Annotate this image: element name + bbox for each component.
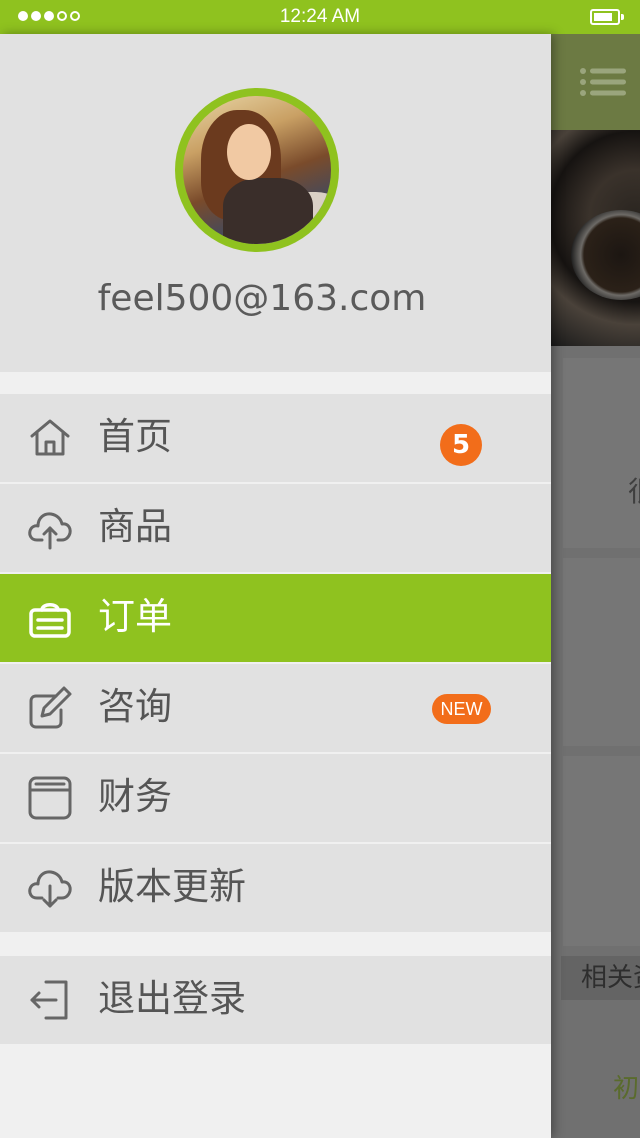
menu-item-logout[interactable]: 退出登录 — [0, 956, 551, 1044]
battery-icon — [590, 9, 624, 25]
menu-item-version-update[interactable]: 版本更新 — [0, 844, 551, 932]
related-section-label: 相关资 — [561, 956, 640, 1000]
avatar[interactable] — [175, 88, 339, 252]
user-email: feel500@163.com — [97, 278, 427, 319]
menu-item-home[interactable]: 首页 5 — [0, 394, 551, 482]
status-time: 12:24 AM — [279, 6, 361, 27]
profile-header: feel500@163.com — [0, 34, 551, 372]
menu-item-label: 商品 — [98, 505, 172, 548]
list-menu-icon[interactable] — [580, 68, 626, 96]
status-bar: 12:24 AM — [0, 0, 640, 34]
coffee-banner-image[interactable] — [551, 130, 640, 346]
menu-item-label: 订单 — [98, 595, 172, 638]
menu-item-label: 退出登录 — [98, 977, 246, 1020]
wallet-icon — [28, 776, 72, 820]
shopping-basket-icon — [29, 603, 71, 638]
menu-item-finance[interactable]: 财务 — [0, 754, 551, 842]
menu-item-products[interactable]: 商品 — [0, 484, 551, 572]
home-icon — [30, 419, 70, 456]
content-card[interactable] — [563, 756, 640, 946]
content-card[interactable] — [563, 358, 640, 548]
logout-icon — [30, 980, 68, 1020]
menu-item-label: 咨询 — [98, 685, 172, 728]
content-card[interactable] — [563, 558, 640, 746]
card-text: 很 — [628, 470, 640, 510]
menu-item-orders[interactable]: 订单 — [0, 574, 551, 662]
cloud-download-icon — [28, 870, 72, 908]
new-badge: NEW — [432, 694, 491, 724]
menu-item-label: 首页 — [98, 415, 172, 458]
menu-item-label: 版本更新 — [98, 865, 246, 908]
notification-count-badge: 5 — [440, 424, 482, 466]
menu-item-label: 财务 — [98, 775, 172, 818]
list-item-text: 初 — [613, 1074, 640, 1104]
edit-icon — [29, 686, 72, 729]
menu-item-consult[interactable]: 咨询 NEW — [0, 664, 551, 752]
cloud-upload-icon — [28, 512, 72, 550]
side-drawer: feel500@163.com 首页 5 商品 订单 咨询 NEW 财务 版本更… — [0, 34, 551, 1138]
